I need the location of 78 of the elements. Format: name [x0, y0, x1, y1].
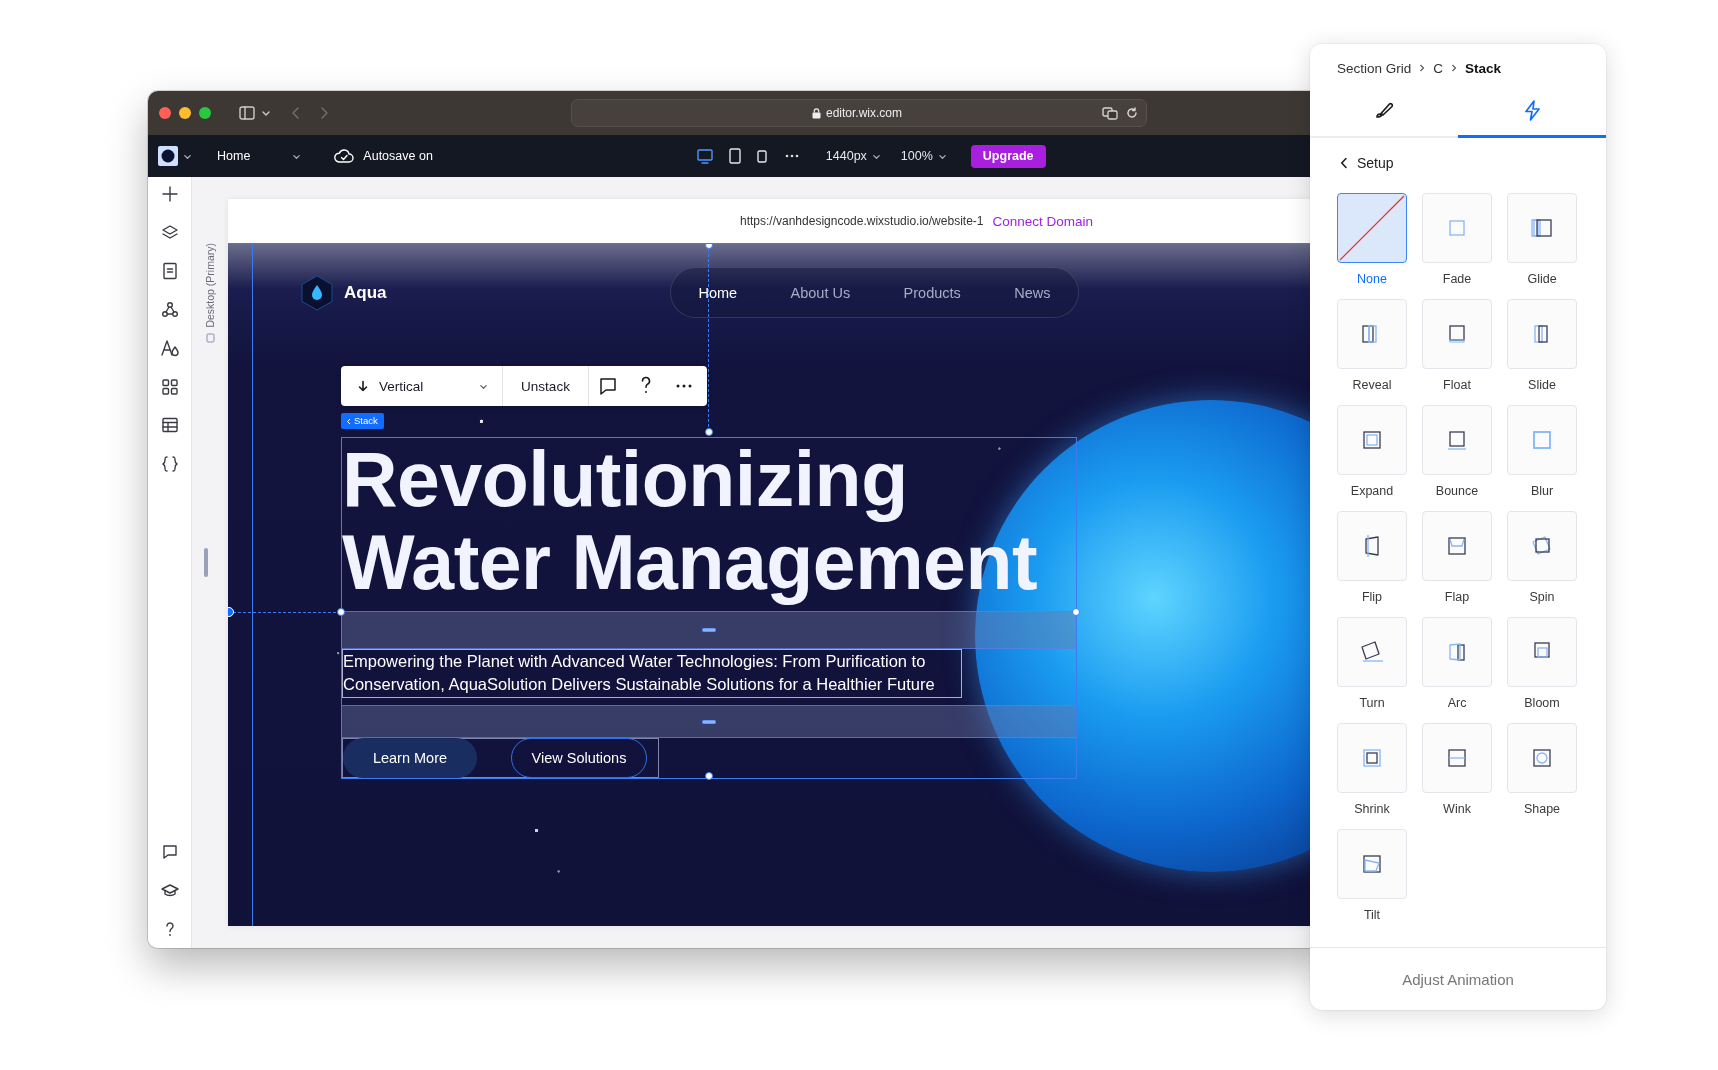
stack-badge-text: Stack: [354, 415, 378, 427]
animation-label: Flap: [1444, 589, 1470, 606]
more-icon[interactable]: [784, 154, 799, 158]
zoom-dropdown[interactable]: 100%: [900, 149, 947, 163]
animation-label: Wink: [1443, 801, 1471, 818]
logo-text[interactable]: Aqua: [344, 282, 387, 303]
nav-link[interactable]: Products: [903, 284, 961, 301]
down-arrow-icon: [357, 380, 369, 392]
add-icon[interactable]: [159, 184, 180, 204]
apps-icon[interactable]: [159, 376, 180, 397]
animation-label: Reveal: [1352, 377, 1392, 394]
water-drop-logo-icon[interactable]: [300, 274, 334, 311]
animation-label: Expand: [1350, 483, 1394, 500]
animation-label: Spin: [1529, 589, 1555, 606]
animation-label: Shrink: [1354, 801, 1390, 818]
page-name[interactable]: Home: [217, 149, 251, 163]
chevron-right-icon: [1451, 64, 1458, 72]
tablet-icon[interactable]: [727, 147, 742, 165]
width-dropdown[interactable]: 1440px: [825, 149, 881, 163]
reload-icon[interactable]: [1126, 107, 1138, 119]
nodes-icon[interactable]: [159, 299, 180, 320]
close-button[interactable]: [159, 107, 171, 119]
breadcrumb-link[interactable]: Section Grid: [1337, 60, 1412, 76]
chevron-left-icon: [346, 417, 351, 425]
animation-label: Slide: [1528, 377, 1556, 394]
animation-label: Shape: [1523, 801, 1561, 818]
device-icon: [205, 332, 215, 343]
back-icon[interactable]: [1340, 157, 1348, 169]
nav-link[interactable]: News: [1014, 284, 1051, 301]
animation-label: Blur: [1530, 483, 1554, 500]
address-bar[interactable]: editor.wix.com: [571, 99, 1147, 127]
animation-label: Glide: [1527, 271, 1557, 288]
animation-label: Fade: [1442, 271, 1472, 288]
spacing-handle-icon[interactable]: [702, 628, 716, 632]
breadcrumb-link[interactable]: C: [1433, 60, 1444, 76]
theme-icon[interactable]: [159, 338, 180, 358]
chevron-right-icon: [1419, 64, 1426, 72]
sidebar-icon[interactable]: [239, 106, 255, 120]
no-animation-icon: [1338, 194, 1406, 262]
hero-subtitle: Empowering the Planet with Advanced Water Technologies: From Purification to Conservation, AquaSolution Delivers Sustainable Solutions for a Healthier Future: [342, 649, 962, 698]
stack-badge[interactable]: Stack: [341, 413, 384, 429]
adjust-animation-button[interactable]: Adjust Animation: [1394, 966, 1522, 992]
animation-label: Float: [1443, 377, 1471, 394]
unstack-button[interactable]: Unstack: [503, 366, 589, 406]
mobile-icon[interactable]: [755, 147, 768, 165]
animation-label: Flip: [1361, 589, 1383, 606]
animation-label: Bloom: [1524, 695, 1560, 712]
learn-more-button[interactable]: Learn More: [343, 738, 477, 778]
animation-label: Turn: [1359, 695, 1385, 712]
breakpoint-label[interactable]: Desktop (Primary): [204, 243, 216, 328]
site-url: https://vanhdesigncode.wixstudio.io/website-1: [740, 214, 984, 228]
desktop-icon[interactable]: [695, 147, 714, 165]
address-text: editor.wix.com: [826, 106, 902, 120]
connect-domain-link[interactable]: Connect Domain: [992, 213, 1094, 229]
zoom-button[interactable]: [199, 107, 211, 119]
site-icon[interactable]: [158, 146, 178, 166]
animation-label: Bounce: [1435, 483, 1479, 500]
animation-label: None: [1357, 271, 1387, 288]
nav-link[interactable]: Home: [698, 284, 738, 301]
resize-handle[interactable]: [1072, 608, 1080, 616]
resize-handle[interactable]: [337, 608, 345, 616]
spacing-handle-icon[interactable]: [702, 719, 716, 724]
minimize-button[interactable]: [179, 107, 191, 119]
resize-handle[interactable]: [705, 772, 713, 780]
resize-grip[interactable]: [204, 548, 208, 577]
animation-label: Tilt: [1363, 907, 1381, 924]
lock-icon: [812, 107, 821, 119]
animation-label: Arc: [1447, 695, 1467, 712]
breadcrumb-link[interactable]: Stack: [1465, 60, 1502, 76]
translate-icon[interactable]: [1102, 106, 1118, 120]
resize-handle[interactable]: [705, 428, 713, 436]
nav-link[interactable]: About Us: [790, 284, 851, 301]
upgrade-button[interactable]: Upgrade: [970, 144, 1046, 168]
animation-option[interactable]: [1337, 193, 1407, 263]
setup-back-link[interactable]: Setup: [1357, 155, 1394, 171]
autosave-status: Autosave on: [363, 149, 433, 163]
table-icon[interactable]: [159, 415, 180, 435]
cloud-check-icon: [334, 148, 355, 164]
